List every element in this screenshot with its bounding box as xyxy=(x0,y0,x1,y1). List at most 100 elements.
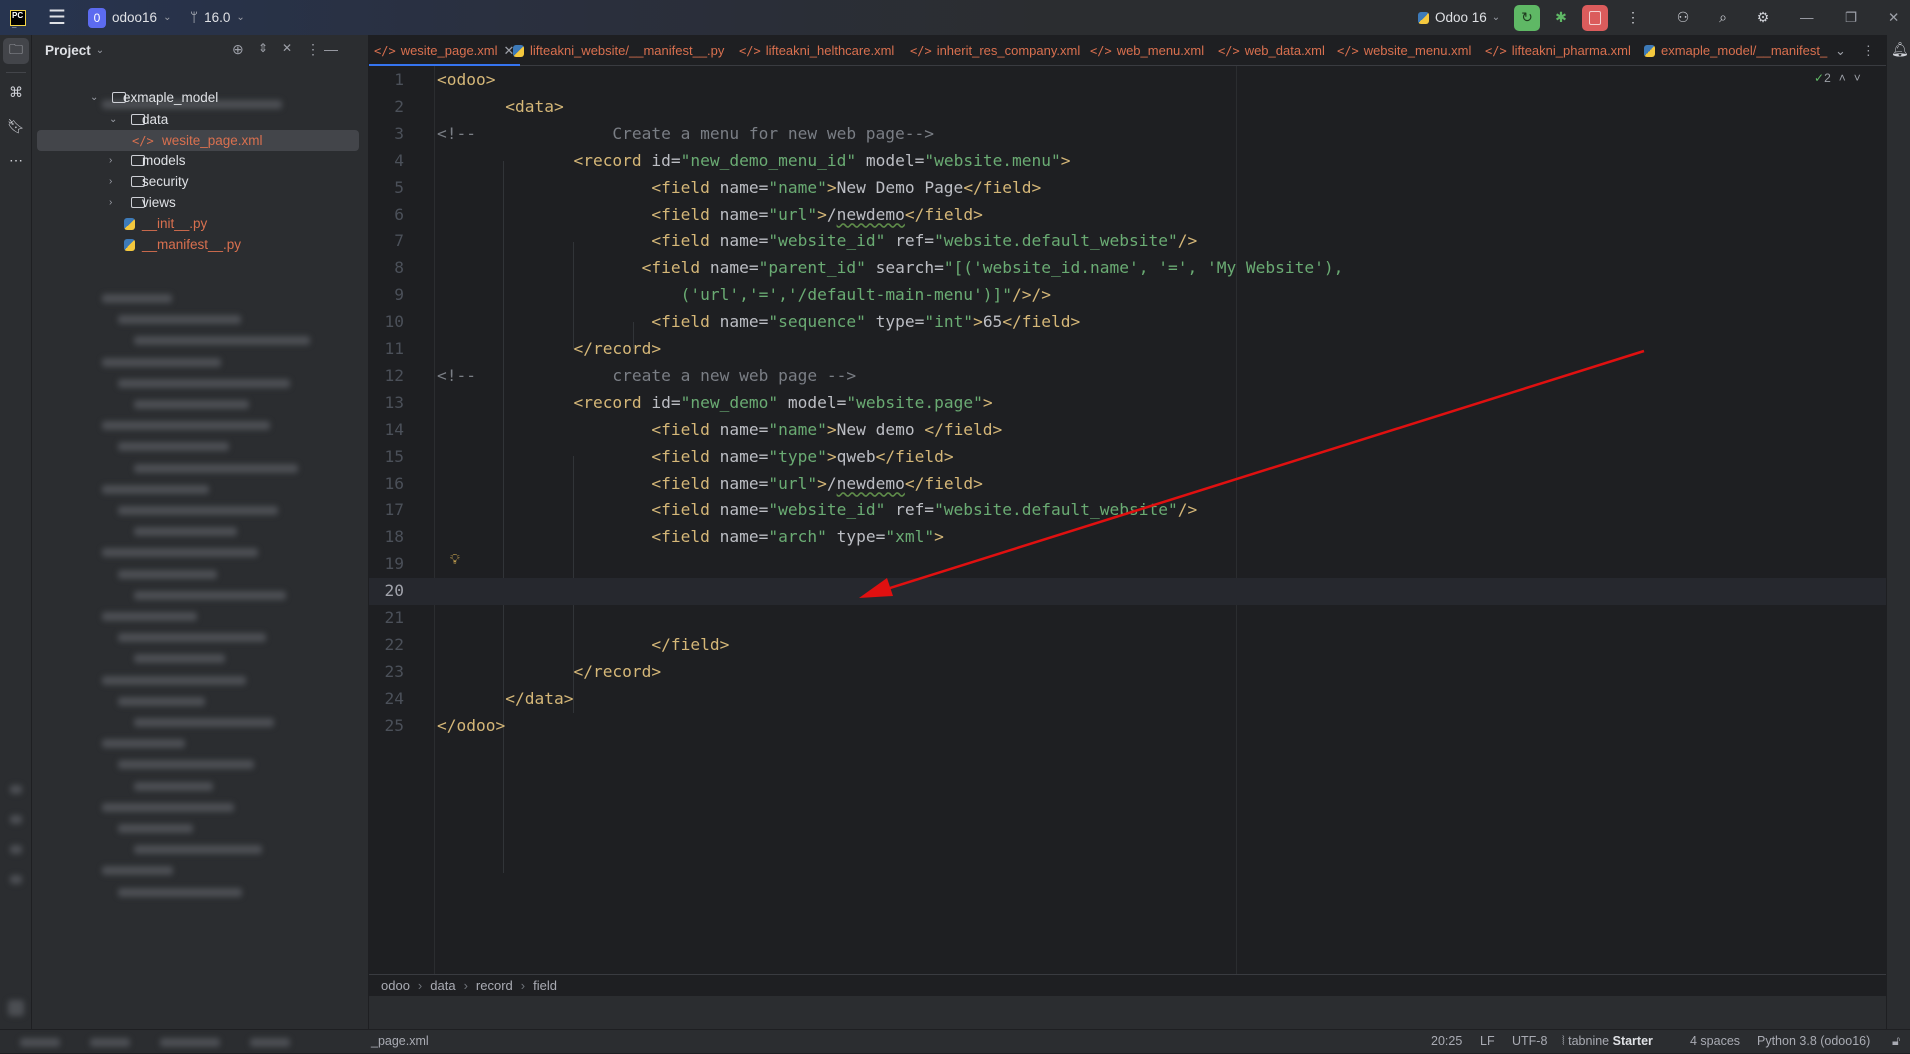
xml-file-icon: </> xyxy=(910,43,932,58)
breadcrumb-item[interactable]: field xyxy=(533,978,557,993)
tree-item[interactable]: ⌄ exmaple_model xyxy=(32,87,369,108)
blurred-tree-row xyxy=(118,760,254,770)
blurred-tree-row xyxy=(102,484,209,494)
blurred-tree-row xyxy=(118,315,241,325)
chevron-down-icon: ⌄ xyxy=(95,45,105,56)
hamburger-menu-icon[interactable]: ☰ xyxy=(48,0,66,35)
tabnine-icon: ⦚ xyxy=(1562,1034,1565,1048)
tabnine-status[interactable]: ⦚ tabnine Starter xyxy=(1562,1034,1653,1049)
tree-item[interactable]: ⌄ data xyxy=(32,109,369,130)
tab-web-menu-xml[interactable]: </> web_menu.xml xyxy=(1090,35,1204,66)
blurred-tree-row xyxy=(134,590,286,600)
more-tools-icon[interactable]: ⋯ xyxy=(3,147,29,173)
tab-label: lifteakni_helthcare.xml xyxy=(765,43,895,58)
blurred-tree-row xyxy=(118,887,242,897)
bookmarks-tool-icon[interactable]: 🔖︎ xyxy=(3,113,29,139)
tree-item-label: exmaple_model xyxy=(123,90,219,105)
blurred-tree-row xyxy=(118,506,278,515)
status-bar: _page.xml 20:25 LF UTF-8 ⦚ tabnine Start… xyxy=(0,1029,1910,1053)
tree-item[interactable]: </> wesite_page.xml xyxy=(37,130,359,151)
indent-setting[interactable]: 4 spaces xyxy=(1690,1034,1740,1048)
chevron-right-icon[interactable]: › xyxy=(109,197,112,208)
project-panel: Project ⌄ ⊕ ⇕ ✕ ⋮ — ⌄ exmaple_model ⌄ data <… xyxy=(32,35,369,1029)
stop-icon[interactable] xyxy=(1582,4,1608,31)
tab-web-data-xml[interactable]: </> web_data.xml xyxy=(1218,35,1325,66)
blurred-tree-row xyxy=(102,421,270,431)
tree-item-label: views xyxy=(142,195,176,210)
xml-file-icon: </> xyxy=(1337,43,1359,58)
locate-file-icon[interactable]: ⊕ xyxy=(232,41,244,58)
xml-file-icon: </> xyxy=(1090,43,1112,58)
project-selector[interactable]: 0 odoo16 ⌄ xyxy=(88,0,171,35)
tab-inherit-res-company-xml[interactable]: </> inherit_res_company.xml xyxy=(910,35,1080,66)
caret-position[interactable]: 20:25 xyxy=(1431,1034,1462,1048)
blurred-tree-row xyxy=(102,357,221,367)
python-file-icon xyxy=(124,217,135,230)
blurred-tree-row xyxy=(134,463,298,473)
breadcrumb-item[interactable]: odoo xyxy=(381,978,410,993)
breadcrumb-separator-icon: › xyxy=(417,978,423,993)
project-panel-title: Project xyxy=(45,43,91,58)
chevron-right-icon[interactable]: › xyxy=(109,176,112,187)
tab-exmaple-model-manifest-[interactable]: exmaple_model/__manifest_ xyxy=(1644,35,1827,66)
line-separator[interactable]: LF xyxy=(1480,1034,1495,1048)
tabnine-plan: Starter xyxy=(1612,1034,1653,1048)
tabs-more-icon[interactable]: ⋮ xyxy=(1862,43,1875,59)
chevron-down-icon: ⌄ xyxy=(236,12,245,23)
breadcrumb-separator-icon: › xyxy=(463,978,468,993)
options-icon[interactable]: ⋮ xyxy=(306,41,320,58)
restore-icon[interactable]: ❐ xyxy=(1845,0,1857,35)
close-icon[interactable]: ✕ xyxy=(1888,0,1899,35)
chevron-down-icon[interactable]: ⌄ xyxy=(90,92,98,103)
run-config-selector[interactable]: Odoo 16 ⌄ xyxy=(1418,0,1500,35)
breadcrumb-item[interactable]: data xyxy=(430,978,455,993)
blurred-tree-row xyxy=(102,548,258,558)
tree-item[interactable]: › models xyxy=(32,150,369,171)
rerun-icon[interactable]: ↻ xyxy=(1514,4,1540,31)
tab-lifteakni-website-manifest-py[interactable]: lifteakni_website/__manifest__.py xyxy=(513,35,724,66)
tab-wesite-page-xml[interactable]: </> wesite_page.xml ✕ xyxy=(369,35,521,66)
chevron-down-icon: ⌄ xyxy=(1491,12,1501,23)
tab-label: wesite_page.xml xyxy=(400,43,498,58)
collapse-all-icon[interactable]: ✕ xyxy=(282,41,292,55)
tree-item-label: wesite_page.xml xyxy=(162,133,263,148)
status-file-path[interactable]: _page.xml xyxy=(371,1034,429,1048)
tab-lifteakni-helthcare-xml[interactable]: </> lifteakni_helthcare.xml xyxy=(739,35,894,66)
chevron-down-icon[interactable]: ⌄ xyxy=(109,114,117,125)
breadcrumb-item[interactable]: record xyxy=(476,978,513,993)
tree-item-label: data xyxy=(142,112,169,127)
code-editor[interactable]: 1 <odoo> 2 <data> 3 <!-- Create a menu for n… xyxy=(369,66,1886,974)
minimize-icon[interactable]: — xyxy=(1800,0,1814,35)
debug-icon[interactable]: ✱ xyxy=(1548,5,1574,31)
blurred-tree-row xyxy=(102,866,173,876)
lock-icon[interactable]: 🔓︎ xyxy=(1892,1034,1900,1049)
pycharm-logo: PC _ xyxy=(10,9,26,29)
file-encoding[interactable]: UTF-8 xyxy=(1512,1034,1547,1048)
hide-panel-icon[interactable]: — xyxy=(324,41,338,57)
notifications-bell-icon[interactable]: 🔔︎ xyxy=(1891,41,1909,58)
tree-item[interactable]: › security xyxy=(32,171,369,192)
tabs-overflow-icon[interactable]: ⌄ xyxy=(1835,43,1846,59)
python-interpreter[interactable]: Python 3.8 (odoo16) xyxy=(1757,1034,1870,1048)
structure-tool-icon[interactable]: ⌘ xyxy=(3,79,29,105)
tree-item[interactable]: __manifest__.py xyxy=(32,234,369,255)
blurred-tree-row xyxy=(134,527,237,537)
settings-icon[interactable]: ⚙ xyxy=(1750,5,1776,31)
chevron-right-icon[interactable]: › xyxy=(109,155,112,166)
blurred-tree-row xyxy=(102,675,246,685)
add-user-icon[interactable]: ⚇ xyxy=(1670,5,1696,31)
tab-label: inherit_res_company.xml xyxy=(936,43,1081,58)
search-icon[interactable]: ⌕ xyxy=(1710,5,1736,31)
branch-icon: ᛘ xyxy=(190,10,199,25)
tree-item[interactable]: __init__.py xyxy=(32,213,369,234)
lower-panel xyxy=(369,996,1886,1029)
expand-all-icon[interactable]: ⇕ xyxy=(258,41,268,55)
branch-selector[interactable]: ᛘ 16.0 ⌄ xyxy=(190,0,245,35)
project-tool-icon[interactable]: 🗀 xyxy=(3,38,29,64)
more-icon[interactable]: ⋮ xyxy=(1620,5,1646,31)
tree-item-label: __init__.py xyxy=(142,216,208,231)
blurred-tree-row xyxy=(118,569,217,579)
tab-lifteakni-pharma-xml[interactable]: </> lifteakni_pharma.xml xyxy=(1485,35,1631,66)
tree-item[interactable]: › views xyxy=(32,192,369,213)
tab-website-menu-xml[interactable]: </> website_menu.xml xyxy=(1337,35,1471,66)
